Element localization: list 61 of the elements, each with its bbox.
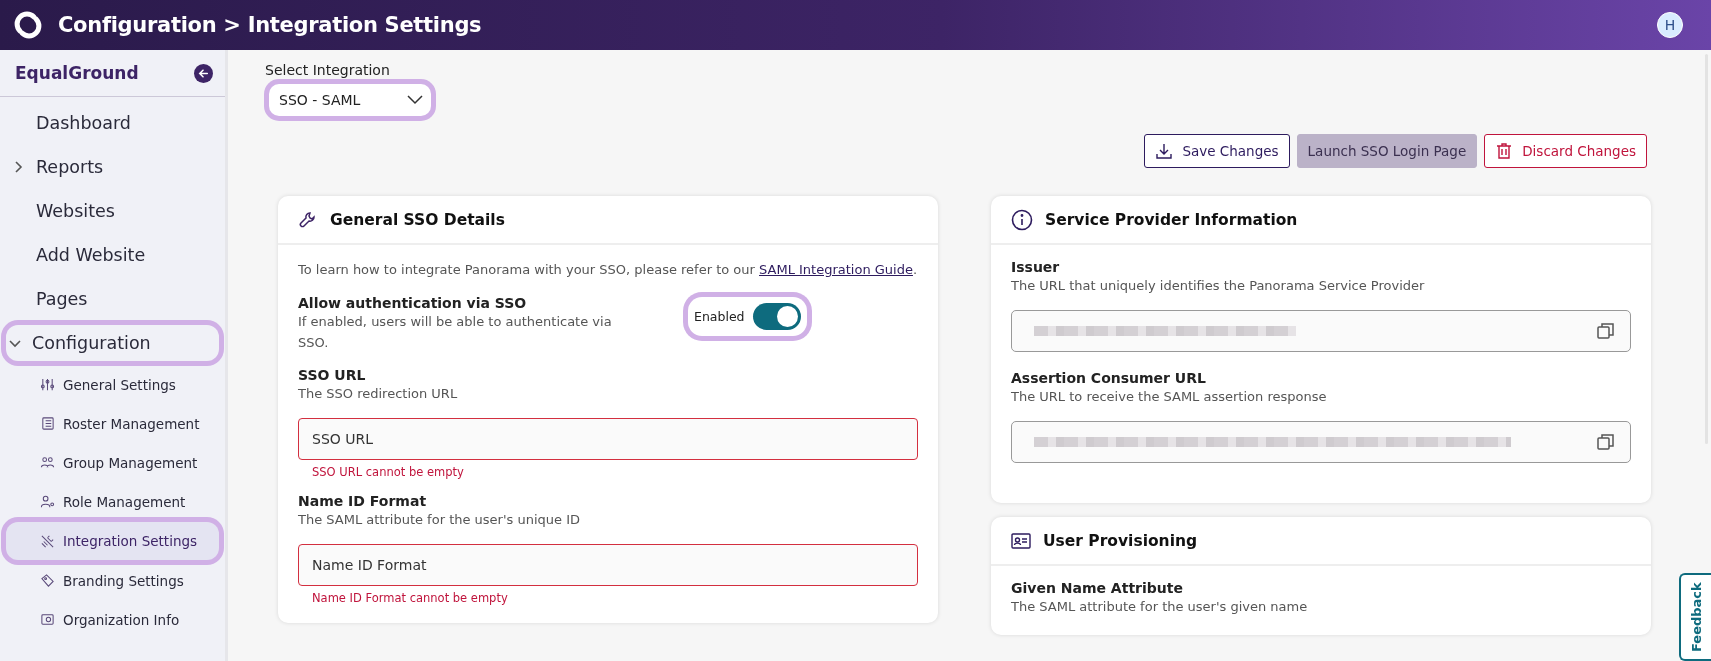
nav-item[interactable]: Reports xyxy=(4,145,221,189)
nav-subitem[interactable]: Branding Settings xyxy=(4,561,221,600)
field-description: The SSO redirection URL xyxy=(298,385,459,403)
collapse-icon[interactable] xyxy=(194,63,213,83)
photo-frame-icon xyxy=(40,612,55,627)
intro-text: To learn how to integrate Panorama with your SSO, please refer to our SAML Integration Guide. xyxy=(298,261,918,279)
field-label: Allow authentication via SSO xyxy=(298,295,528,311)
trash-icon xyxy=(1495,142,1514,160)
tag-icon xyxy=(40,573,55,588)
people-icon xyxy=(40,455,55,470)
field-description: The SAML attribute for the user's unique ID xyxy=(298,511,581,529)
copy-icon[interactable] xyxy=(1596,321,1616,341)
nav-subitem[interactable]: Roster Management xyxy=(4,404,221,443)
nav-subitem[interactable]: General Settings xyxy=(4,365,221,404)
sliders-icon xyxy=(40,377,55,392)
avatar[interactable]: H xyxy=(1657,12,1683,38)
nav-subitem[interactable]: Group Management xyxy=(4,443,221,482)
card-title: Service Provider Information xyxy=(1045,210,1298,229)
logo-icon xyxy=(12,9,44,41)
chevron-down-icon xyxy=(9,337,21,349)
list-icon xyxy=(40,416,55,431)
nav-subitem[interactable]: Organization Info xyxy=(4,600,221,639)
text-field[interactable]: SSO URL xyxy=(298,418,918,460)
nav-item[interactable]: Websites xyxy=(4,189,221,233)
brand-name: EqualGround xyxy=(15,63,139,83)
field-label: SSO URL xyxy=(298,367,367,383)
toggle-label: Enabled xyxy=(694,309,745,324)
info-icon xyxy=(1011,208,1033,231)
readonly-field[interactable] xyxy=(1011,421,1631,463)
nav-item[interactable]: Add Website xyxy=(4,233,221,277)
field-label: Issuer xyxy=(1011,259,1061,275)
nav-item[interactable]: Pages xyxy=(4,277,221,321)
save-button[interactable]: Save Changes xyxy=(1144,134,1290,168)
field-label: Given Name Attribute xyxy=(1011,580,1184,596)
nav-subitem[interactable]: Role Management xyxy=(4,482,221,521)
field-description: The URL that uniquely identifies the Panorama Service Provider xyxy=(1011,277,1426,295)
card-title: User Provisioning xyxy=(1043,531,1198,550)
copy-icon[interactable] xyxy=(1596,432,1616,452)
person-icon xyxy=(40,494,55,509)
chevron-right-icon xyxy=(12,161,24,173)
discard-button[interactable]: Discard Changes xyxy=(1484,134,1647,168)
wrench-icon xyxy=(298,209,318,230)
download-icon xyxy=(1155,142,1174,160)
id-card-icon xyxy=(1011,531,1031,550)
guide-link[interactable]: SAML Integration Guide xyxy=(759,262,913,277)
field-description: If enabled, users will be able to authenticate via SSO. xyxy=(298,313,613,352)
error-message: Name ID Format cannot be empty xyxy=(311,591,509,605)
page-title: Configuration > Integration Settings xyxy=(58,13,483,37)
feedback-tab[interactable]: Feedback xyxy=(1679,573,1711,661)
card-title: General SSO Details xyxy=(330,210,505,229)
caret-icon xyxy=(407,95,423,105)
field-label: Select Integration xyxy=(265,62,391,78)
field-label: Name ID Format xyxy=(298,493,428,509)
readonly-field[interactable] xyxy=(1011,310,1631,352)
error-message: SSO URL cannot be empty xyxy=(311,465,465,479)
nav-item[interactable]: Dashboard xyxy=(4,101,221,145)
field-label: Assertion Consumer URL xyxy=(1011,370,1207,386)
field-description: The SAML attribute for the user's given name xyxy=(1011,598,1309,616)
field-description: The URL to receive the SAML assertion response xyxy=(1011,388,1328,406)
toggle-switch[interactable] xyxy=(752,303,801,330)
text-field[interactable]: Name ID Format xyxy=(298,544,918,586)
